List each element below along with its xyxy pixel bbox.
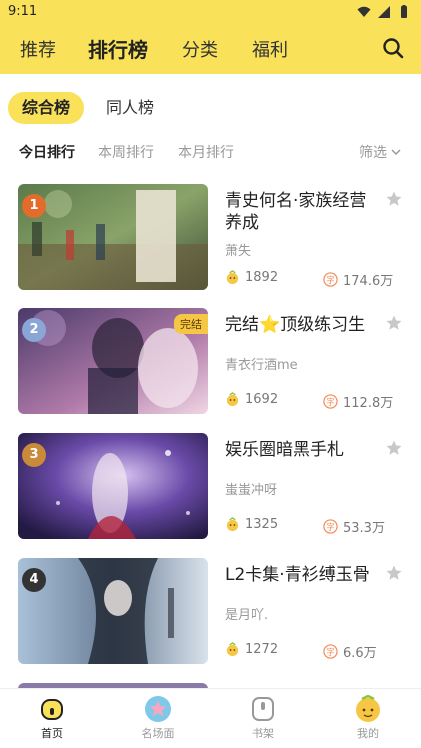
nav-bookshelf-label: 书架 (252, 727, 274, 740)
rank-badge: 4 (22, 568, 46, 592)
book-item[interactable]: 3 娱乐圈暗黑手札 蚩蚩冲呀 1325 字 53.3万 (0, 433, 421, 541)
likes-count: 1272 (245, 642, 279, 657)
star-icon[interactable] (385, 439, 403, 457)
likes-count: 1692 (245, 392, 279, 407)
word-count: 6.6万 (343, 646, 377, 661)
status-bar: 9:11 (0, 0, 421, 24)
battery-icon (401, 5, 407, 18)
fan-face-icon (226, 517, 239, 532)
word-count-icon: 字 (323, 394, 338, 409)
book-stats: 1272 字 6.6万 (225, 642, 405, 661)
likes-count: 1325 (245, 517, 279, 532)
likes-stat: 1692 (225, 392, 278, 407)
avatar-icon (356, 695, 380, 722)
book-stats: 1325 字 53.3万 (225, 517, 405, 536)
fan-face-icon (226, 270, 239, 285)
home-icon (41, 699, 63, 720)
top-nav: 推荐 排行榜 分类 福利 (0, 24, 421, 74)
book-author: 青衣行酒me (225, 358, 298, 373)
nav-profile-label: 我的 (357, 727, 379, 740)
rank-badge: 3 (22, 443, 46, 467)
tab-ranking[interactable]: 排行榜 (88, 34, 148, 63)
search-icon[interactable] (381, 36, 405, 60)
svg-text:字: 字 (326, 275, 334, 285)
fan-face-icon (226, 392, 239, 407)
likes-stat: 1892 (225, 270, 278, 285)
book-title[interactable]: 完结⭐顶级练习生 (225, 314, 375, 336)
words-stat: 字 6.6万 (323, 642, 377, 661)
book-title[interactable]: 娱乐圈暗黑手札 (225, 439, 375, 461)
tab-recommend[interactable]: 推荐 (20, 36, 56, 62)
word-count: 174.6万 (343, 274, 394, 289)
bottom-nav: 首页 名场面 书架 我的 (0, 688, 421, 748)
nav-home-label: 首页 (41, 727, 63, 740)
book-title[interactable]: L2卡集·青衫缚玉骨 (225, 564, 375, 586)
word-count-icon: 字 (323, 272, 338, 287)
filter-label: 筛选 (359, 145, 387, 161)
words-stat: 字 112.8万 (323, 392, 393, 411)
tab-week[interactable]: 本周排行 (98, 142, 154, 162)
svg-text:字: 字 (326, 397, 334, 407)
star-icon[interactable] (385, 564, 403, 582)
word-count-icon: 字 (323, 644, 338, 659)
nav-bookshelf[interactable]: 书架 (228, 695, 298, 741)
book-author: 蚩蚩冲呀 (225, 483, 278, 498)
status-time: 9:11 (8, 4, 38, 19)
bookshelf-icon (252, 697, 274, 721)
rank-badge: 2 (22, 318, 46, 342)
tab-welfare[interactable]: 福利 (252, 36, 288, 62)
book-author: 是月吖. (225, 608, 269, 623)
book-stats: 1892 字 174.6万 (225, 270, 405, 289)
words-stat: 字 53.3万 (323, 517, 385, 536)
book-cover[interactable]: 4 (18, 558, 208, 664)
tab-month[interactable]: 本月排行 (178, 142, 234, 162)
period-tabs: 今日排行 本周排行 本月排行 筛选 (0, 142, 421, 164)
likes-count: 1892 (245, 270, 279, 285)
svg-text:字: 字 (326, 522, 334, 532)
nav-profile[interactable]: 我的 (333, 695, 403, 741)
nav-scenes[interactable]: 名场面 (123, 695, 193, 741)
word-count: 112.8万 (343, 396, 394, 411)
book-cover[interactable]: 2 完结 (18, 308, 208, 414)
segment-fanfic[interactable]: 同人榜 (92, 92, 168, 124)
book-title[interactable]: 青史何名·家族经营养成 (225, 190, 375, 234)
book-cover[interactable]: 3 (18, 433, 208, 539)
book-item[interactable]: 2 完结 完结⭐顶级练习生 青衣行酒me 1692 字 112.8万 (0, 308, 421, 416)
likes-stat: 1325 (225, 517, 278, 532)
book-item[interactable]: 4 L2卡集·青衫缚玉骨 是月吖. 1272 字 6.6万 (0, 558, 421, 666)
status-icons (357, 5, 411, 19)
svg-text:字: 字 (326, 647, 334, 657)
segment-overall[interactable]: 综合榜 (8, 92, 85, 124)
book-stats: 1692 字 112.8万 (225, 392, 405, 411)
word-count: 53.3万 (343, 521, 385, 536)
words-stat: 字 174.6万 (323, 270, 393, 289)
tab-category[interactable]: 分类 (182, 36, 218, 62)
star-icon[interactable] (385, 190, 403, 208)
likes-stat: 1272 (225, 642, 278, 657)
filter-button[interactable]: 筛选 (359, 142, 401, 162)
tab-today[interactable]: 今日排行 (19, 142, 75, 162)
star-icon[interactable] (385, 314, 403, 332)
word-count-icon: 字 (323, 519, 338, 534)
rank-badge: 1 (22, 194, 46, 218)
chevron-down-icon (391, 149, 401, 156)
signal-icon (378, 6, 390, 18)
book-cover[interactable]: 1 (18, 184, 208, 290)
fan-face-icon (226, 642, 239, 657)
book-author: 萧失 (225, 244, 252, 259)
nav-scenes-label: 名场面 (141, 727, 175, 740)
wifi-icon (357, 6, 371, 17)
nav-home[interactable]: 首页 (17, 695, 87, 741)
completed-badge: 完结 (174, 314, 208, 334)
book-item[interactable]: 1 青史何名·家族经营养成 萧失 1892 字 174.6万 (0, 184, 421, 292)
scenes-icon (145, 696, 171, 722)
